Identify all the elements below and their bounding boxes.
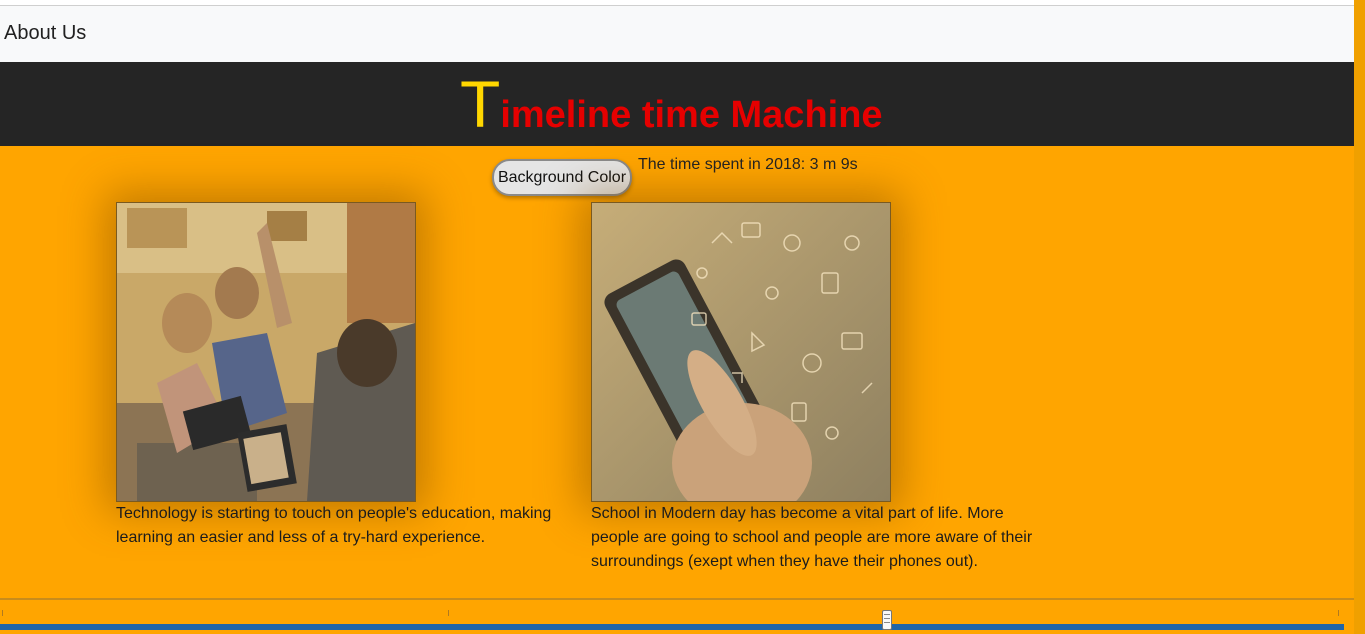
timeline-track[interactable] [0, 624, 1344, 630]
timeline-tick [448, 610, 449, 616]
page-scrollbar[interactable] [1354, 0, 1365, 634]
time-spent-text: The time spent in 2018: 3 m 9s [638, 156, 858, 173]
timeline-tick [2, 610, 3, 616]
navbar: About Us [0, 6, 1354, 62]
timeline-slider[interactable] [0, 598, 1354, 632]
background-color-button[interactable]: Background Color [492, 159, 632, 196]
timeline-tick [1338, 610, 1339, 616]
page-title: Timeline time Machine [460, 66, 883, 142]
classroom-photo [116, 202, 416, 502]
timeline-handle[interactable] [882, 610, 892, 630]
smartphone-caption: School in Modern day has become a vital … [591, 505, 1033, 570]
smartphone-photo [591, 202, 891, 502]
title-banner: Timeline time Machine [0, 62, 1354, 146]
title-rest: imeline time Machine [500, 94, 883, 136]
title-first-letter: T [460, 67, 501, 141]
classroom-caption: Technology is starting to touch on peopl… [116, 505, 552, 546]
nav-about-us-link[interactable]: About Us [4, 22, 86, 45]
